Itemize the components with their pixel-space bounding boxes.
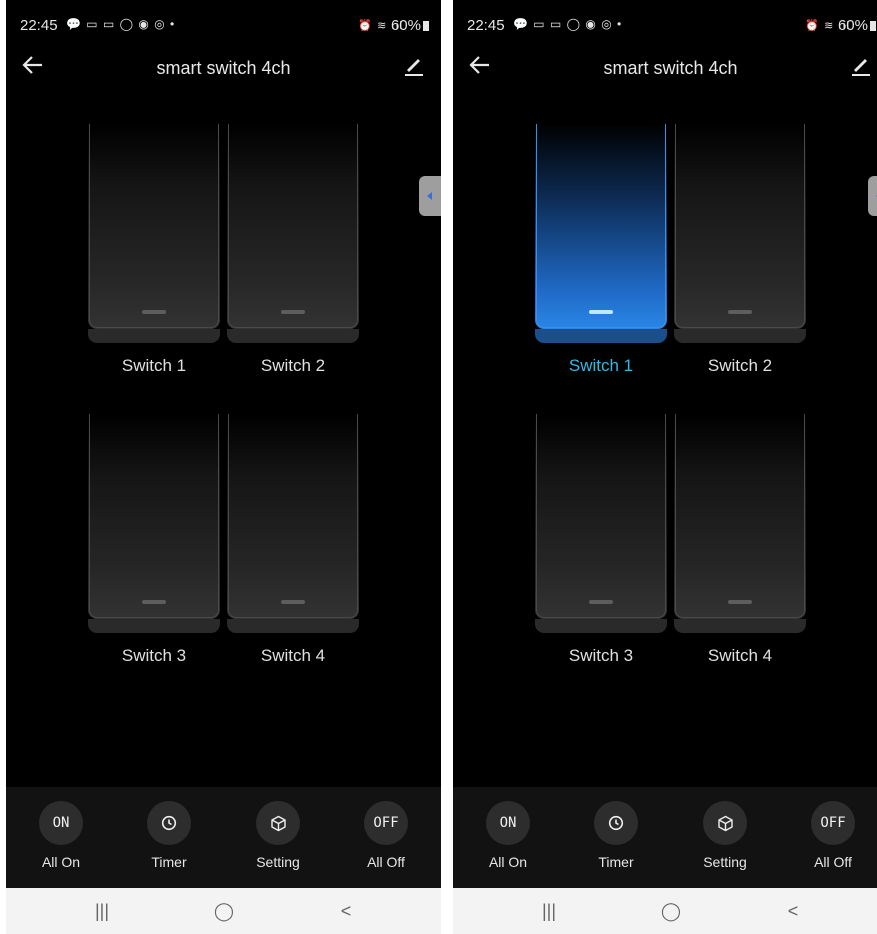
switch-4-paddle[interactable] <box>674 414 806 633</box>
recents-button[interactable]: ||| <box>529 898 569 924</box>
home-button[interactable]: ◯ <box>204 898 244 924</box>
all-on-icon: ON <box>39 801 83 845</box>
paddle-indicator <box>281 600 305 604</box>
battery-icon <box>423 21 429 31</box>
switch-2[interactable] <box>674 124 806 343</box>
timer-label: Timer <box>598 854 634 870</box>
switch-1[interactable] <box>535 124 667 343</box>
battery-indicator: 60% <box>838 17 876 34</box>
all-on-label: All On <box>41 854 81 870</box>
paddle-base <box>88 619 220 633</box>
side-drawer-handle[interactable] <box>419 176 441 216</box>
clock-icon <box>161 815 177 831</box>
paddle-indicator <box>281 310 305 314</box>
nav-back-button[interactable]: < <box>326 898 366 924</box>
phone-screen-right: 22:45 💬 ▭ ▭ ◯ ◉ ◎ • ⏰ ≋ .ıl 60% smart sw… <box>453 0 877 934</box>
switch-3-label: Switch 3 <box>121 646 187 665</box>
system-nav-bar: ||| ◯ < <box>6 888 441 934</box>
all-off-button[interactable]: OFF All Off <box>798 801 868 870</box>
page-title: smart switch 4ch <box>156 58 291 78</box>
paddle-indicator <box>142 600 166 604</box>
switch-1-label: Switch 1 <box>568 356 634 375</box>
paddle-indicator <box>142 310 166 314</box>
switch-2-label: Switch 2 <box>707 356 773 375</box>
switch-3-paddle[interactable] <box>88 414 220 633</box>
system-nav-bar: ||| ◯ < <box>453 888 877 934</box>
app-bar: smart switch 4ch <box>453 44 877 92</box>
action-bar: ON All On Timer Setting OFF All Off <box>6 787 441 888</box>
status-bar: 22:45 💬 ▭ ▭ ◯ ◉ ◎ • ⏰ ≋ .ıl 60% <box>453 0 877 44</box>
switch-3[interactable] <box>535 414 667 633</box>
all-off-icon: OFF <box>811 801 855 845</box>
nav-back-button[interactable]: < <box>773 898 813 924</box>
chevron-left-icon <box>427 192 432 200</box>
battery-icon <box>870 21 876 31</box>
home-button[interactable]: ◯ <box>651 898 691 924</box>
action-bar: ON All On Timer Setting OFF All Off <box>453 787 877 888</box>
switch-4-paddle[interactable] <box>227 414 359 633</box>
switch-3-paddle[interactable] <box>535 414 667 633</box>
status-time: 22:45 <box>467 17 505 34</box>
switch-3[interactable] <box>88 414 220 633</box>
all-off-icon: OFF <box>364 801 408 845</box>
notification-icons: 💬 ▭ ▭ ◯ ◉ ◎ • <box>66 17 176 31</box>
all-off-button[interactable]: OFF All Off <box>351 801 421 870</box>
side-drawer-handle[interactable] <box>868 176 877 216</box>
all-on-icon: ON <box>486 801 530 845</box>
switch-1-paddle[interactable] <box>88 124 220 343</box>
timer-label: Timer <box>151 854 187 870</box>
switch-1-paddle[interactable] <box>535 124 667 343</box>
timer-button[interactable]: Timer <box>134 801 204 870</box>
switch-2-paddle[interactable] <box>227 124 359 343</box>
switch-1-label: Switch 1 <box>121 356 187 375</box>
edit-pencil-icon[interactable] <box>850 54 872 76</box>
paddle-indicator <box>589 310 613 314</box>
setting-button[interactable]: Setting <box>690 801 760 870</box>
switch-2-label: Switch 2 <box>260 356 326 375</box>
all-off-label: All Off <box>814 854 852 870</box>
paddle-base <box>535 619 667 633</box>
switch-1[interactable] <box>88 124 220 343</box>
paddle-indicator <box>589 600 613 604</box>
status-time: 22:45 <box>20 17 58 34</box>
page-title: smart switch 4ch <box>603 58 738 78</box>
switch-2-paddle[interactable] <box>674 124 806 343</box>
battery-indicator: 60% <box>391 17 429 34</box>
battery-percentage: 60% <box>837 17 868 34</box>
switch-4-label: Switch 4 <box>707 646 773 665</box>
switch-4[interactable] <box>674 414 806 633</box>
paddle-base <box>88 329 220 343</box>
paddle-indicator <box>728 600 752 604</box>
paddle-base <box>535 329 667 343</box>
paddle-base <box>227 619 359 633</box>
all-on-button[interactable]: ON All On <box>473 801 543 870</box>
notification-icons: 💬 ▭ ▭ ◯ ◉ ◎ • <box>513 17 623 31</box>
paddle-indicator <box>728 310 752 314</box>
phone-screen-left: 22:45 💬 ▭ ▭ ◯ ◉ ◎ • ⏰ ≋ .ıl 60% smart sw… <box>6 0 441 934</box>
paddle-base <box>674 329 806 343</box>
switch-4[interactable] <box>227 414 359 633</box>
cube-icon <box>717 815 733 831</box>
recents-button[interactable]: ||| <box>82 898 122 924</box>
all-on-button[interactable]: ON All On <box>26 801 96 870</box>
paddle-base <box>227 329 359 343</box>
switch-3-label: Switch 3 <box>568 646 634 665</box>
setting-button[interactable]: Setting <box>243 801 313 870</box>
setting-label: Setting <box>256 854 300 870</box>
clock-icon <box>608 815 624 831</box>
cube-icon <box>270 815 286 831</box>
setting-label: Setting <box>703 854 747 870</box>
battery-percentage: 60% <box>390 17 421 34</box>
app-bar: smart switch 4ch <box>6 44 441 92</box>
all-off-label: All Off <box>367 854 405 870</box>
timer-button[interactable]: Timer <box>581 801 651 870</box>
switch-4-label: Switch 4 <box>260 646 326 665</box>
switch-2[interactable] <box>227 124 359 343</box>
status-bar: 22:45 💬 ▭ ▭ ◯ ◉ ◎ • ⏰ ≋ .ıl 60% <box>6 0 441 44</box>
paddle-base <box>674 619 806 633</box>
all-on-label: All On <box>488 854 528 870</box>
edit-pencil-icon[interactable] <box>403 54 425 76</box>
